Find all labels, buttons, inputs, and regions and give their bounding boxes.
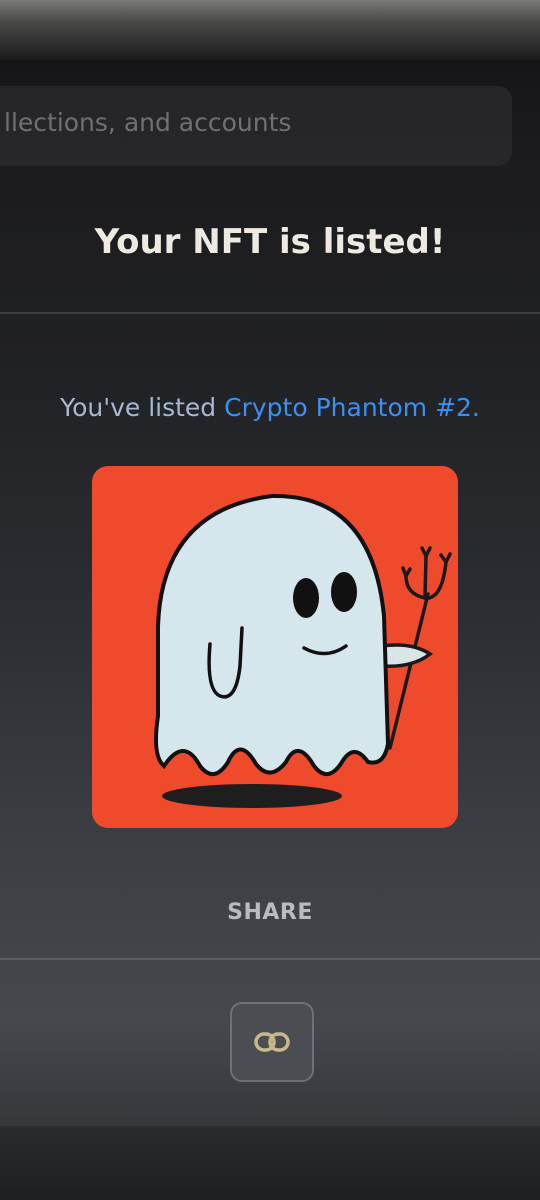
search-bar[interactable]: llections, and accounts [0,86,512,166]
modal-title: Your NFT is listed! [94,222,446,262]
listed-message: You've listed Crypto Phantom #2. [0,393,540,422]
divider [0,312,540,314]
listed-prefix: You've listed [60,393,225,422]
screen: llections, and accounts Your NFT is list… [0,0,540,1200]
divider [0,958,540,960]
copy-link-button[interactable] [230,1002,314,1082]
link-icon [254,1032,290,1052]
top-bezel [0,0,540,60]
nft-name-link[interactable]: Crypto Phantom #2 [224,393,472,422]
nft-image [92,466,458,828]
listed-suffix: . [471,393,480,422]
bottom-bar [0,1126,540,1200]
share-label: SHARE [227,900,313,925]
ghost-devil-icon [154,493,452,808]
search-input-text[interactable]: llections, and accounts [4,108,291,137]
